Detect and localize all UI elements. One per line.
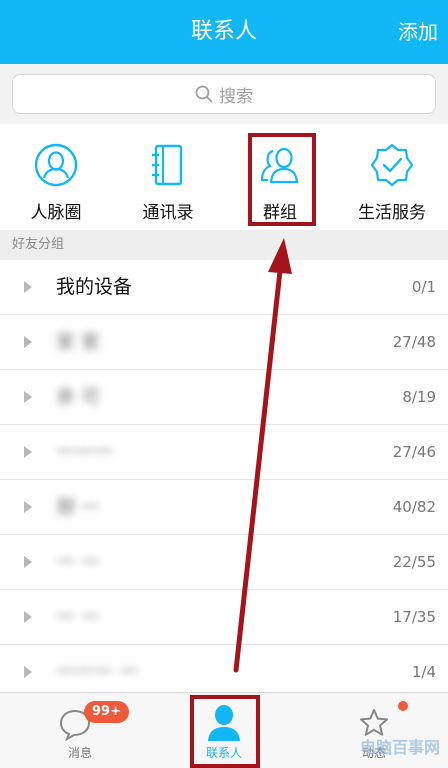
notification-dot [398, 701, 408, 711]
quick-action-label: 通讯录 [142, 203, 194, 223]
quick-action-network[interactable]: 人脉圈 [0, 124, 112, 230]
groups-highlight-box [248, 133, 316, 226]
group-count: 0/1 [411, 278, 436, 296]
expand-arrow-icon [24, 391, 32, 403]
list-item[interactable]: 朋 一 40/82 [0, 480, 448, 535]
group-name: 我的设备 [56, 276, 133, 298]
page-title: 联系人 [190, 19, 257, 44]
contacts-tab-highlight-box [190, 695, 260, 768]
list-item[interactable]: 家 家 27/48 [0, 315, 448, 370]
friend-group-list: 我的设备 0/1 家 家 27/48 亲 可 8/19 一一一 27/46 朋 … [0, 260, 448, 700]
add-button[interactable]: 添加 [398, 0, 438, 64]
service-badge-icon [370, 143, 414, 187]
expand-arrow-icon [24, 501, 32, 513]
address-book-icon [152, 144, 183, 186]
expand-arrow-icon [24, 281, 32, 293]
search-area: 搜索 [0, 64, 448, 124]
group-name: 一 一 [56, 606, 101, 628]
expand-arrow-icon [24, 611, 32, 623]
search-input[interactable]: 搜索 [12, 74, 436, 114]
watermark-text: 电脑百事网 [359, 738, 440, 757]
list-item[interactable]: 一 一 22/55 [0, 535, 448, 590]
group-name: 家 家 [56, 331, 101, 353]
group-count: 40/82 [392, 498, 436, 516]
group-name: 亲 可 [56, 386, 101, 408]
search-icon [195, 85, 213, 103]
group-name: 一 一 [56, 551, 101, 573]
expand-arrow-icon [24, 556, 32, 568]
list-item[interactable]: 一一一 27/46 [0, 425, 448, 480]
expand-arrow-icon [24, 446, 32, 458]
list-item[interactable]: 亲 可 8/19 [0, 370, 448, 425]
unread-badge: 99+ [84, 701, 129, 723]
group-name: 朋 一 [56, 496, 101, 518]
expand-arrow-icon [24, 666, 32, 678]
top-bar: 联系人 添加 [0, 0, 448, 64]
group-count: 17/35 [392, 608, 436, 626]
quick-action-address-book[interactable]: 通讯录 [112, 124, 224, 230]
group-count: 27/48 [392, 333, 436, 351]
group-count: 27/46 [392, 443, 436, 461]
quick-action-life-services[interactable]: 生活服务 [336, 124, 448, 230]
group-count: 8/19 [402, 388, 436, 406]
section-header: 好友分组 [0, 230, 448, 260]
quick-actions: 人脉圈 通讯录 群组 生活服务 [0, 124, 448, 230]
group-count: 22/55 [392, 553, 436, 571]
list-item[interactable]: 一 一 17/35 [0, 590, 448, 645]
tab-messages[interactable]: 99+ 消息 [40, 693, 129, 768]
group-name: 一一一 [56, 441, 114, 463]
expand-arrow-icon [24, 336, 32, 348]
list-item[interactable]: 我的设备 0/1 [0, 260, 448, 315]
tab-label: 消息 [67, 746, 92, 760]
quick-action-label: 生活服务 [358, 203, 426, 223]
quick-action-label: 人脉圈 [30, 203, 82, 223]
circle-person-icon [34, 143, 78, 187]
search-placeholder: 搜索 [219, 86, 253, 107]
